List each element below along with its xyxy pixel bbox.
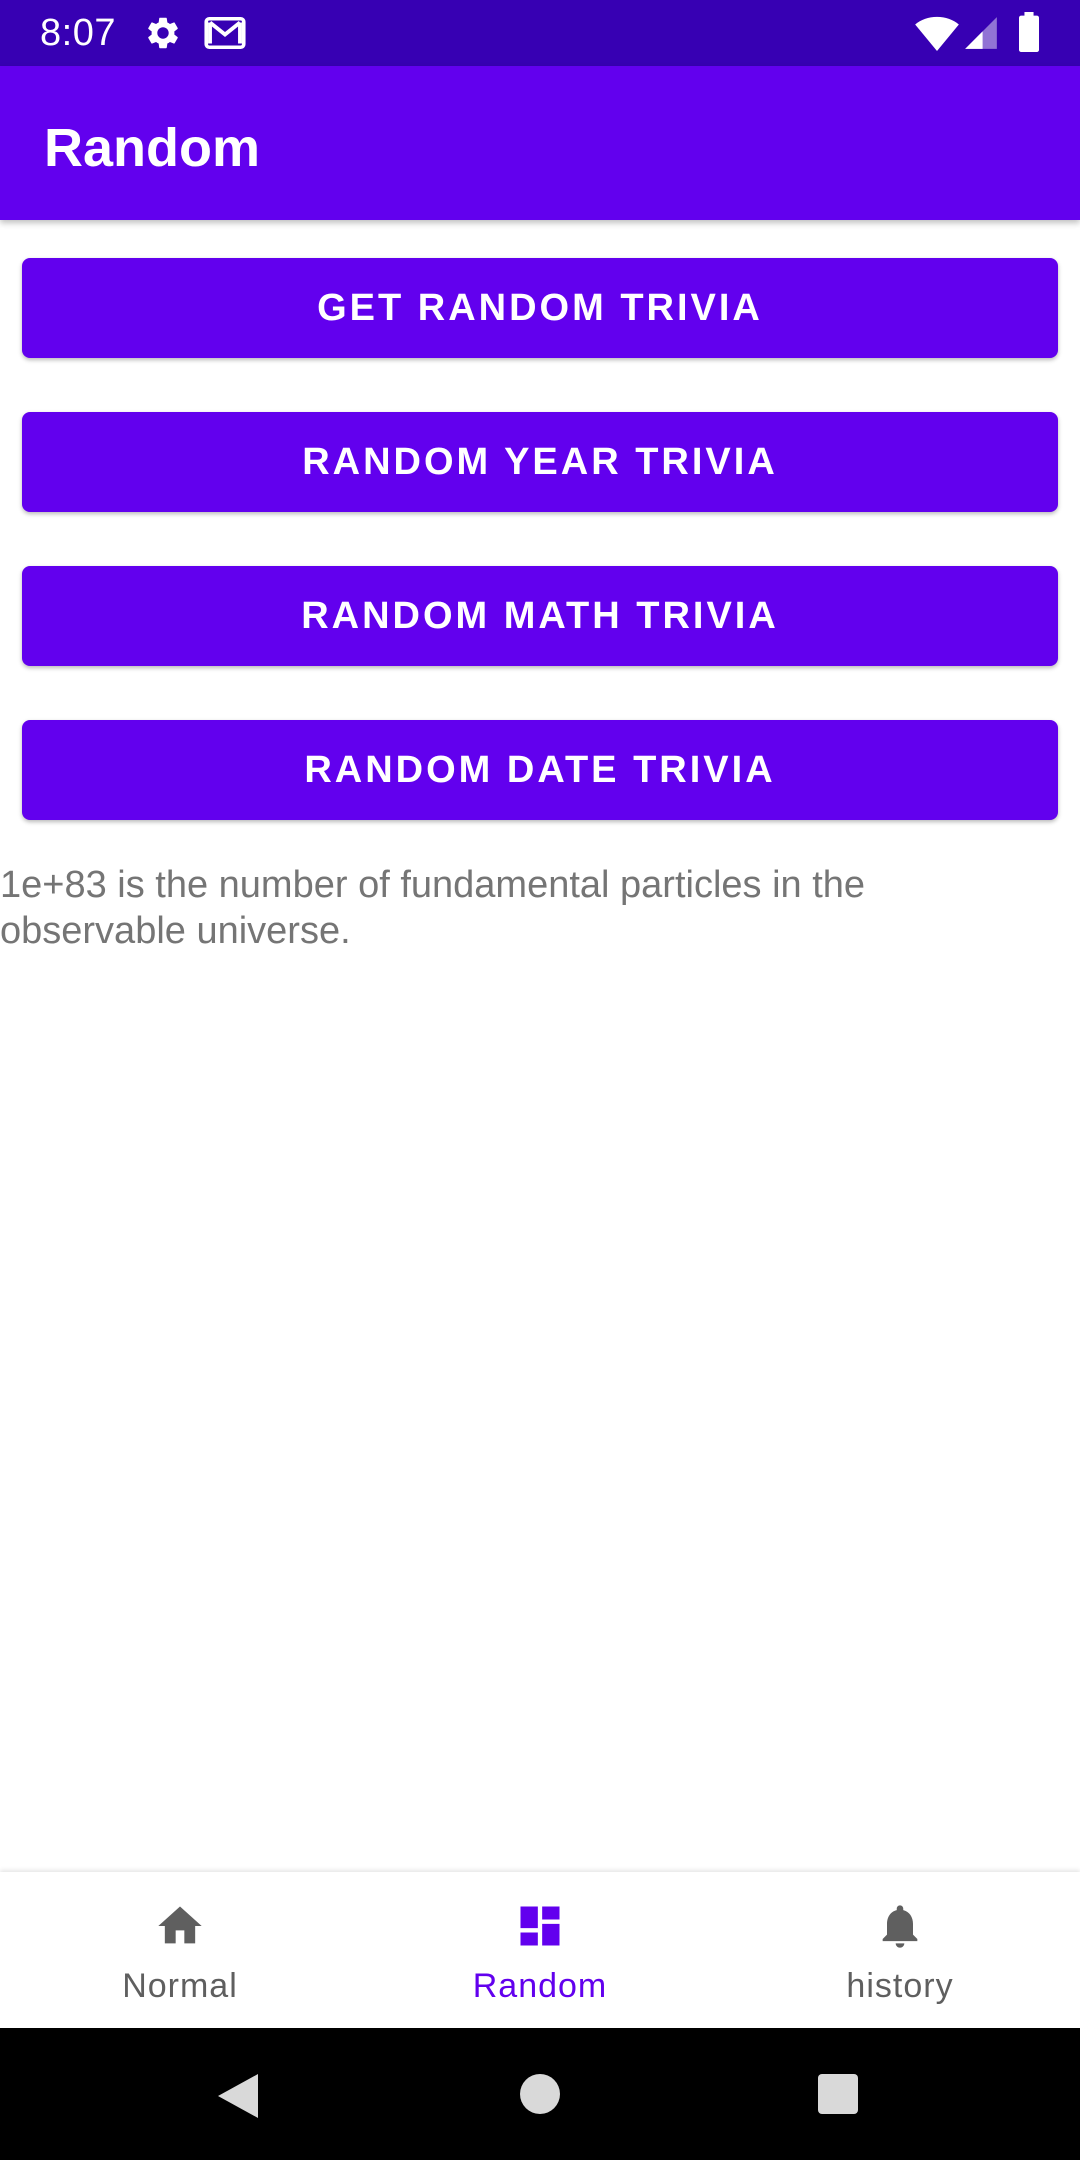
page-title: Random [44, 118, 260, 178]
back-icon[interactable] [216, 2072, 260, 2120]
wifi-icon [915, 16, 959, 52]
home-icon [158, 1906, 202, 1944]
app-bar: Random [0, 66, 1080, 220]
trivia-result-text: 1e+83 is the number of fundamental parti… [0, 864, 866, 952]
bell-icon [882, 1905, 918, 1948]
signal-icon [965, 17, 997, 49]
nav-label-random: Random [472, 1967, 608, 2005]
battery-icon [1019, 12, 1039, 52]
dashboard-icon [520, 1906, 560, 1946]
home-circle-icon[interactable] [520, 2074, 560, 2114]
nav-item-history[interactable]: history [720, 1872, 1080, 2028]
get-random-trivia-button[interactable]: GET RANDOM TRIVIA [22, 258, 1058, 358]
gmail-icon [204, 16, 246, 50]
nav-label-history: history [846, 1967, 954, 2005]
random-math-trivia-button[interactable]: RANDOM MATH TRIVIA [22, 566, 1058, 666]
screen: 8:07 Random GET RANDOM TRIVIA RANDOM YEA… [0, 0, 1080, 2160]
nav-item-random[interactable]: Random [360, 1872, 720, 2028]
nav-item-normal[interactable]: Normal [0, 1872, 360, 2028]
random-year-trivia-button[interactable]: RANDOM YEAR TRIVIA [22, 412, 1058, 512]
system-navigation-bar [0, 2028, 1080, 2160]
bottom-navigation: Normal Random history [0, 1872, 1080, 2028]
status-time: 8:07 [40, 12, 116, 54]
status-bar: 8:07 [0, 0, 1080, 66]
nav-label-normal: Normal [122, 1967, 238, 2005]
recents-icon[interactable] [818, 2074, 858, 2114]
random-date-trivia-button[interactable]: RANDOM DATE TRIVIA [22, 720, 1058, 820]
gear-icon [148, 17, 178, 49]
